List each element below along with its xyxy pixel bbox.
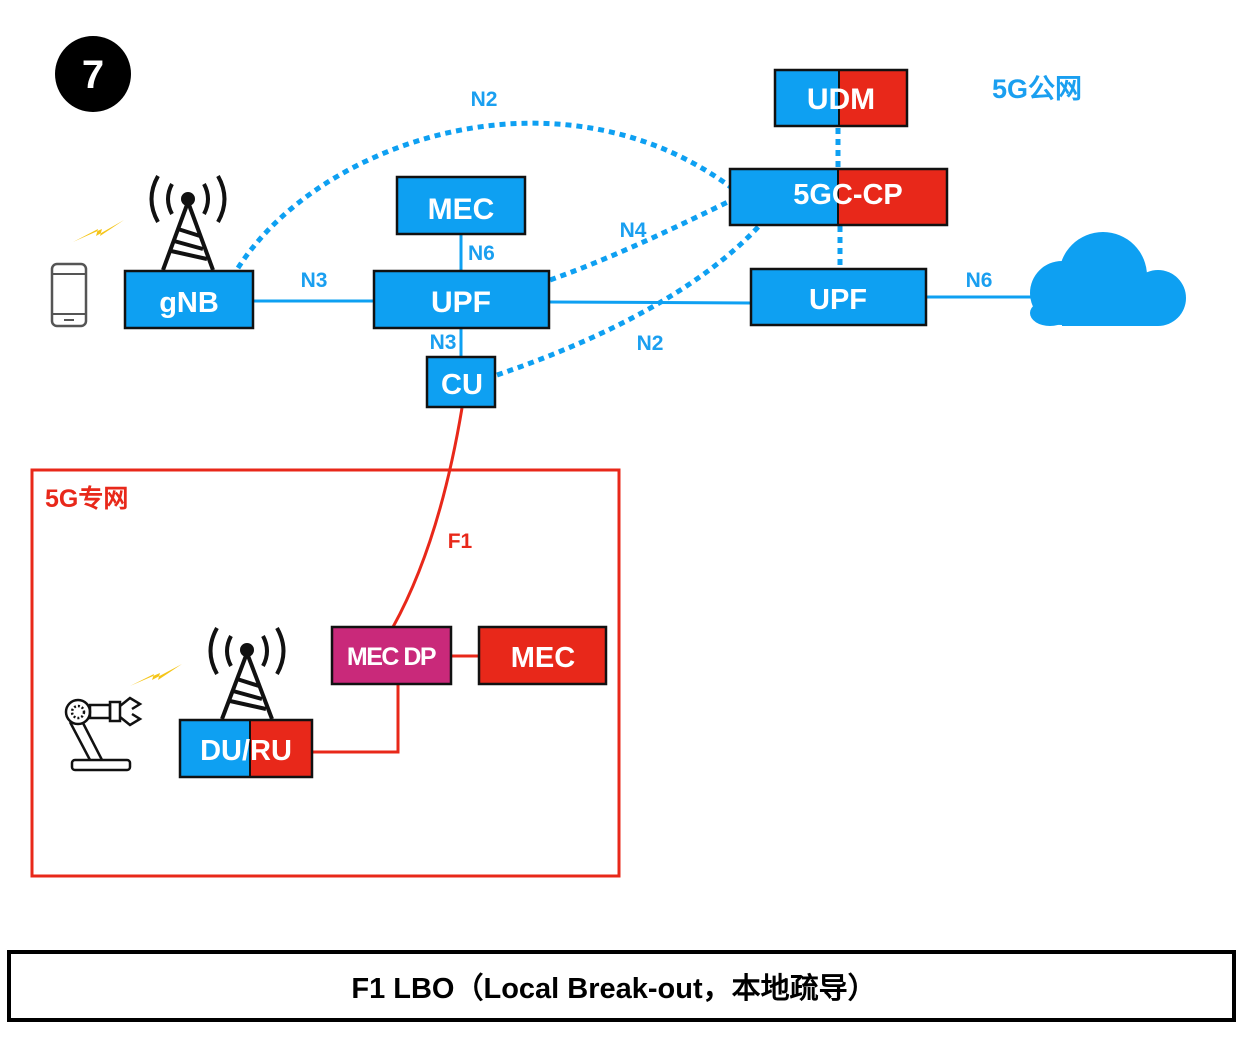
network-diagram: 7 5G公网 UDM 5GC-CP MEC gNB UPF UPF CU N2 … <box>7 36 1236 1022</box>
public-network-label: 5G公网 <box>992 74 1082 104</box>
cp-label: 5GC-CP <box>793 179 903 211</box>
mec-public-node[interactable]: MEC <box>395 175 527 236</box>
interface-n2-cu: N2 <box>637 332 664 355</box>
gnb-node[interactable]: gNB <box>123 269 255 330</box>
upf-local-node[interactable]: UPF <box>372 269 551 330</box>
private-network-label: 5G专网 <box>45 484 128 513</box>
interface-n2-top: N2 <box>471 88 498 111</box>
mec-private-node[interactable]: MEC <box>477 625 608 686</box>
cp-node[interactable]: 5GC-CP <box>728 167 949 227</box>
robot-arm-icon <box>64 696 143 772</box>
upf-central-label: UPF <box>809 284 867 316</box>
cu-node[interactable]: CU <box>425 355 497 409</box>
lightning-bolt-icon <box>130 664 182 686</box>
interface-n4: N4 <box>620 219 647 242</box>
step-badge: 7 <box>55 36 131 112</box>
interface-f1: F1 <box>448 530 473 553</box>
link-f1 <box>391 407 464 628</box>
mec-dp-node[interactable]: MEC DP <box>330 625 453 686</box>
upf-central-node[interactable]: UPF <box>749 267 928 327</box>
udm-node[interactable]: UDM <box>773 68 909 128</box>
link-mecdp-duru <box>312 685 400 754</box>
step-badge-number: 7 <box>82 53 104 97</box>
interface-n3-gnb-upf: N3 <box>301 269 328 292</box>
caption-text: F1 LBO（Local Break-out，本地疏导） <box>351 971 876 1005</box>
cloud-icon <box>1030 232 1186 326</box>
du-ru-node[interactable]: DU/RU <box>178 718 314 779</box>
lightning-bolt-icon <box>73 220 124 242</box>
mec-dp-label: MEC DP <box>347 643 436 671</box>
mec-public-label: MEC <box>428 193 495 226</box>
cell-tower-icon <box>208 627 286 720</box>
caption-box: F1 LBO（Local Break-out，本地疏导） <box>7 950 1236 1022</box>
interface-n6-cloud: N6 <box>966 269 993 292</box>
link-upf-upf <box>548 300 752 305</box>
interface-n3-upf-cu: N3 <box>430 331 457 354</box>
gnb-label: gNB <box>159 287 219 319</box>
upf-local-label: UPF <box>431 286 491 319</box>
cell-tower-icon <box>149 175 227 271</box>
smartphone-icon <box>50 262 88 328</box>
du-ru-label: DU/RU <box>200 735 292 767</box>
cu-label: CU <box>441 369 483 401</box>
mec-private-label: MEC <box>511 642 576 674</box>
interface-n6-mec: N6 <box>468 242 495 265</box>
udm-label: UDM <box>807 83 875 116</box>
